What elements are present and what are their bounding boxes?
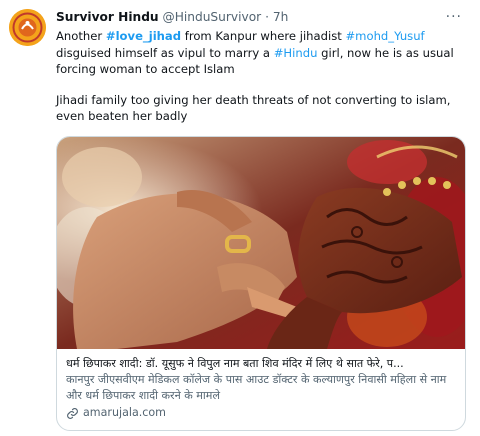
link-card[interactable]: धर्म छिपाकर शादी: डॉ. यूसुफ ने विपुल नाम… bbox=[56, 136, 466, 431]
link-icon bbox=[66, 407, 79, 420]
text-segment: disguised himself as vipul to marry a bbox=[56, 45, 274, 60]
author-handle[interactable]: @HinduSurvivor bbox=[163, 10, 262, 24]
text-segment: from Kanpur where jihadist bbox=[181, 29, 346, 43]
hashtag-hindu[interactable]: #Hindu bbox=[274, 46, 318, 60]
text-segment: Another bbox=[56, 29, 106, 43]
tweet-paragraph-1: Another #love_jihad from Kanpur where ji… bbox=[56, 28, 466, 78]
hashtag-love-jihad[interactable]: #love_jihad bbox=[106, 29, 181, 43]
card-text: धर्म छिपाकर शादी: डॉ. यूसुफ ने विपुल नाम… bbox=[66, 356, 458, 421]
tweet-text: Another #love_jihad from Kanpur where ji… bbox=[56, 28, 466, 125]
author-name[interactable]: Survivor Hindu bbox=[56, 10, 159, 24]
hashtag-mohd-yusuf[interactable]: #mohd_Yusuf bbox=[345, 29, 424, 43]
tweet-paragraph-2: Jihadi family too giving her death threa… bbox=[56, 92, 451, 124]
card-description: कानपुर जीएसवीएम मेडिकल कॉलेज के पास आउट … bbox=[66, 373, 447, 402]
card-domain-text: amarujala.com bbox=[83, 406, 166, 419]
tweet[interactable]: Survivor Hindu @HinduSurvivor · 7h ··· A… bbox=[0, 0, 480, 436]
card-domain: amarujala.com bbox=[66, 405, 458, 421]
card-title[interactable]: धर्म छिपाकर शादी: डॉ. यूसुफ ने विपुल नाम… bbox=[66, 356, 458, 372]
card-image[interactable] bbox=[57, 137, 465, 349]
tweet-time[interactable]: 7h bbox=[273, 10, 288, 24]
survivor-hindu-logo bbox=[9, 9, 46, 46]
more-dots-icon[interactable]: ··· bbox=[446, 9, 462, 25]
header-separator: · bbox=[265, 10, 269, 24]
wedding-hands-image bbox=[57, 137, 465, 349]
tweet-header: Survivor Hindu @HinduSurvivor · 7h bbox=[56, 9, 288, 26]
avatar[interactable] bbox=[9, 9, 46, 46]
